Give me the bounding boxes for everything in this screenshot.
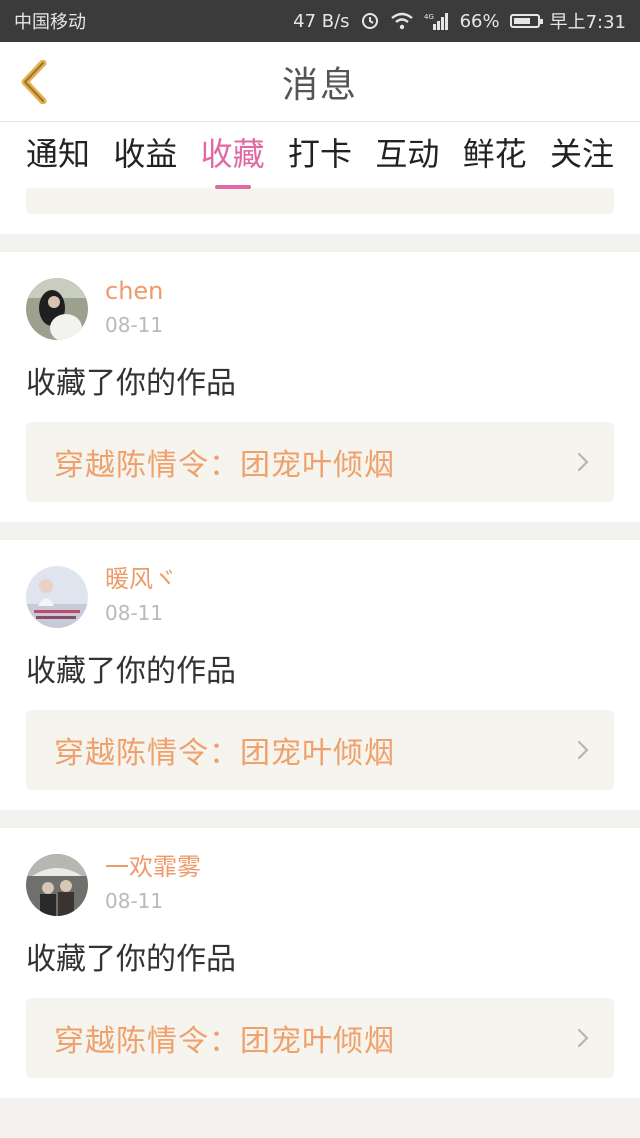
- app-header: 消息: [0, 42, 640, 122]
- message-card: chen 08-11 收藏了你的作品 穿越陈情令：团宠叶倾烟: [0, 252, 640, 522]
- tab-checkin[interactable]: 打卡: [288, 129, 352, 181]
- work-title: 穿越陈情令：团宠叶倾烟: [54, 736, 395, 771]
- battery-percent: 66%: [459, 10, 500, 32]
- tab-flowers[interactable]: 鲜花: [463, 129, 527, 181]
- post-date: 08-11: [105, 601, 164, 625]
- user-name[interactable]: 一欢霏雾: [105, 852, 201, 882]
- back-arrow-icon: [21, 60, 47, 104]
- message-card: 暖风ヾ 08-11 收藏了你的作品 穿越陈情令：团宠叶倾烟: [0, 540, 640, 810]
- action-text: 收藏了你的作品: [26, 942, 236, 977]
- work-title: 穿越陈情令：团宠叶倾烟: [54, 1024, 395, 1059]
- chevron-right-icon: [576, 739, 590, 761]
- user-name[interactable]: chen: [105, 276, 163, 306]
- avatar[interactable]: [26, 566, 88, 628]
- battery-icon: [509, 14, 543, 28]
- network-speed: 47 B/s: [293, 10, 350, 32]
- tab-bar: 通知 收益 收藏 打卡 互动 鲜花 关注: [0, 122, 640, 188]
- wifi-icon: [390, 12, 414, 30]
- work-title: 穿越陈情令：团宠叶倾烟: [54, 448, 395, 483]
- work-link[interactable]: 穿越陈情令：团宠叶倾烟: [26, 998, 614, 1078]
- action-text: 收藏了你的作品: [26, 654, 236, 689]
- user-name[interactable]: 暖风ヾ: [105, 564, 177, 594]
- message-card: 一欢霏雾 08-11 收藏了你的作品 穿越陈情令：团宠叶倾烟: [0, 828, 640, 1098]
- tab-earnings[interactable]: 收益: [113, 129, 177, 181]
- action-text: 收藏了你的作品: [26, 366, 236, 401]
- tab-notifications[interactable]: 通知: [26, 129, 90, 181]
- network-type: 4G: [424, 13, 434, 21]
- alarm-icon: [360, 11, 380, 31]
- work-link[interactable]: 穿越陈情令：团宠叶倾烟: [26, 422, 614, 502]
- carrier-label: 中国移动: [14, 12, 86, 33]
- tab-interaction[interactable]: 互动: [375, 129, 439, 181]
- status-bar: 中国移动 47 B/s 4G 66% 早上7:31: [0, 0, 640, 42]
- page-title: 消息: [281, 64, 358, 106]
- tab-favorites[interactable]: 收藏: [201, 129, 265, 181]
- tab-following[interactable]: 关注: [550, 129, 614, 181]
- work-link[interactable]: 穿越陈情令：团宠叶倾烟: [26, 710, 614, 790]
- chevron-right-icon: [576, 1027, 590, 1049]
- chevron-right-icon: [576, 451, 590, 473]
- signal-icon: 4G: [424, 12, 450, 30]
- clock: 早上7:31: [549, 12, 626, 33]
- back-button[interactable]: [14, 57, 54, 107]
- post-date: 08-11: [105, 889, 164, 913]
- avatar[interactable]: [26, 278, 88, 340]
- work-link-partial[interactable]: [26, 188, 614, 214]
- post-date: 08-11: [105, 313, 164, 337]
- partial-message-card: [0, 188, 640, 234]
- avatar[interactable]: [26, 854, 88, 916]
